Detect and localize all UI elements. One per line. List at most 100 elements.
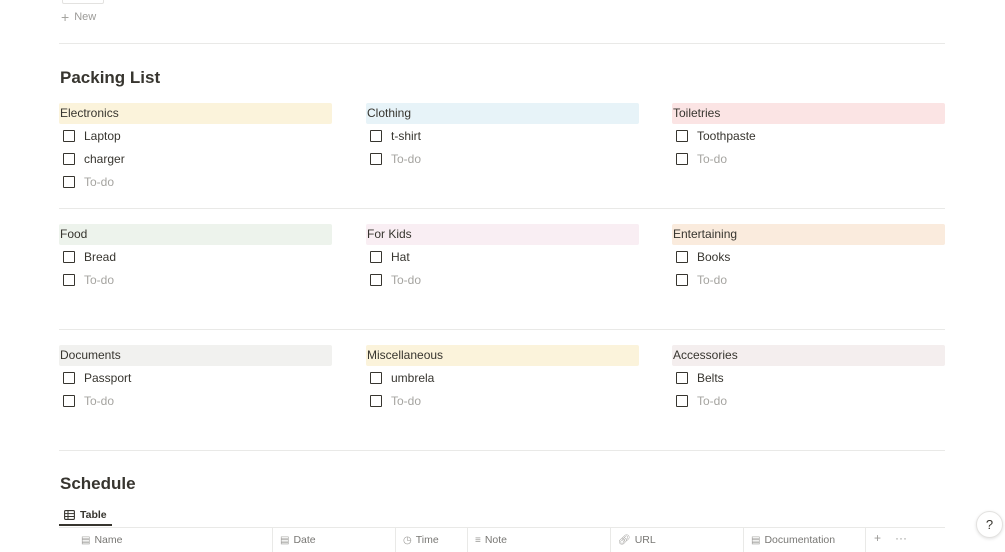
add-column-icon[interactable]: + xyxy=(874,531,881,545)
checkbox[interactable] xyxy=(676,152,688,165)
category-block: Food Bread To-do xyxy=(59,224,332,291)
schedule-heading: Schedule xyxy=(60,474,136,493)
todo-text[interactable]: Laptop xyxy=(84,129,121,143)
todo-item[interactable]: t-shirt xyxy=(366,124,639,147)
column-time-label: Time xyxy=(415,534,439,546)
todo-item[interactable]: Hat xyxy=(366,245,639,268)
table-header: ▤ Name ▤ Date ◷ Time ≡ Note 🔗︎ URL ▤ Doc… xyxy=(59,528,945,552)
category-header: Toiletries xyxy=(672,103,945,124)
title-property-icon: ▤ xyxy=(81,534,91,546)
todo-text[interactable]: Bread xyxy=(84,250,116,264)
category-block: Documents Passport To-do xyxy=(59,345,332,412)
category-block: Toiletries Toothpaste To-do xyxy=(672,103,945,170)
column-date[interactable]: ▤ Date xyxy=(273,528,396,552)
help-label: ? xyxy=(985,517,994,532)
checkbox[interactable] xyxy=(676,273,688,286)
checkbox[interactable] xyxy=(63,371,75,384)
todo-item[interactable]: Toothpaste xyxy=(672,124,945,147)
clock-icon: ◷ xyxy=(403,534,412,546)
checkbox[interactable] xyxy=(370,371,382,384)
todo-text[interactable]: Books xyxy=(697,250,730,264)
todo-placeholder[interactable]: To-do xyxy=(59,268,332,291)
file-icon: ▤ xyxy=(751,534,761,546)
todo-item[interactable]: Bread xyxy=(59,245,332,268)
divider xyxy=(59,43,945,44)
new-label: New xyxy=(74,11,97,23)
checkbox[interactable] xyxy=(676,250,688,263)
todo-item[interactable]: charger xyxy=(59,147,332,170)
todo-placeholder-text[interactable]: To-do xyxy=(391,152,421,166)
todo-placeholder[interactable]: To-do xyxy=(672,147,945,170)
column-note[interactable]: ≡ Note xyxy=(468,528,611,552)
todo-placeholder[interactable]: To-do xyxy=(672,268,945,291)
link-icon: 🔗︎ xyxy=(618,534,631,546)
todo-placeholder-text[interactable]: To-do xyxy=(84,394,114,408)
todo-text[interactable]: t-shirt xyxy=(391,129,421,143)
checkbox[interactable] xyxy=(370,152,382,165)
todo-placeholder[interactable]: To-do xyxy=(366,147,639,170)
todo-placeholder-text[interactable]: To-do xyxy=(391,394,421,408)
new-item-button[interactable]: + New xyxy=(61,9,96,25)
todo-item[interactable]: Laptop xyxy=(59,124,332,147)
table-icon xyxy=(64,509,75,520)
checkbox[interactable] xyxy=(370,129,382,142)
category-block: For Kids Hat To-do xyxy=(366,224,639,291)
checkbox[interactable] xyxy=(676,129,688,142)
todo-placeholder[interactable]: To-do xyxy=(366,268,639,291)
checkbox[interactable] xyxy=(676,394,688,407)
column-note-label: Note xyxy=(484,534,508,546)
todo-placeholder[interactable]: To-do xyxy=(59,170,332,193)
todo-item[interactable]: Books xyxy=(672,245,945,268)
todo-item[interactable]: Belts xyxy=(672,366,945,389)
todo-placeholder-text[interactable]: To-do xyxy=(391,273,421,287)
todo-placeholder-text[interactable]: To-do xyxy=(84,175,114,189)
todo-placeholder-text[interactable]: To-do xyxy=(697,394,727,408)
todo-item[interactable]: umbrela xyxy=(366,366,639,389)
tab-table[interactable]: Table xyxy=(59,505,112,526)
checkbox[interactable] xyxy=(63,152,75,165)
todo-item[interactable]: Passport xyxy=(59,366,332,389)
todo-text[interactable]: charger xyxy=(84,152,125,166)
column-date-label: Date xyxy=(293,534,316,546)
todo-placeholder[interactable]: To-do xyxy=(366,389,639,412)
checkbox[interactable] xyxy=(370,394,382,407)
checkbox[interactable] xyxy=(63,273,75,286)
category-header: Food xyxy=(59,224,332,245)
category-block: Miscellaneous umbrela To-do xyxy=(366,345,639,412)
todo-text[interactable]: Hat xyxy=(391,250,410,264)
todo-text[interactable]: Toothpaste xyxy=(697,129,756,143)
todo-placeholder-text[interactable]: To-do xyxy=(697,273,727,287)
todo-placeholder-text[interactable]: To-do xyxy=(697,152,727,166)
help-button[interactable]: ? xyxy=(976,511,1003,538)
todo-text[interactable]: Belts xyxy=(697,371,724,385)
tab-table-label: Table xyxy=(80,508,107,521)
column-name[interactable]: ▤ Name xyxy=(59,528,273,552)
column-url[interactable]: 🔗︎ URL xyxy=(611,528,744,552)
todo-placeholder[interactable]: To-do xyxy=(672,389,945,412)
column-time[interactable]: ◷ Time xyxy=(396,528,468,552)
column-documentation[interactable]: ▤ Documentation xyxy=(744,528,866,552)
checkbox[interactable] xyxy=(63,250,75,263)
category-block: Clothing t-shirt To-do xyxy=(366,103,639,170)
category-header: Electronics xyxy=(59,103,332,124)
checkbox[interactable] xyxy=(63,175,75,188)
more-options-icon[interactable]: ··· xyxy=(895,531,907,545)
plus-icon: + xyxy=(61,9,70,25)
category-block: Accessories Belts To-do xyxy=(672,345,945,412)
checkbox[interactable] xyxy=(63,129,75,142)
checkbox[interactable] xyxy=(63,394,75,407)
checkbox[interactable] xyxy=(370,250,382,263)
divider xyxy=(59,208,945,209)
todo-text[interactable]: umbrela xyxy=(391,371,434,385)
packing-list-heading: Packing List xyxy=(60,68,161,87)
column-documentation-label: Documentation xyxy=(764,534,836,546)
category-header: For Kids xyxy=(366,224,639,245)
todo-placeholder-text[interactable]: To-do xyxy=(84,273,114,287)
category-header: Documents xyxy=(59,345,332,366)
checkbox[interactable] xyxy=(370,273,382,286)
table-tools: + ··· xyxy=(866,528,907,547)
todo-text[interactable]: Passport xyxy=(84,371,131,385)
checkbox[interactable] xyxy=(676,371,688,384)
column-name-label: Name xyxy=(94,534,123,546)
todo-placeholder[interactable]: To-do xyxy=(59,389,332,412)
